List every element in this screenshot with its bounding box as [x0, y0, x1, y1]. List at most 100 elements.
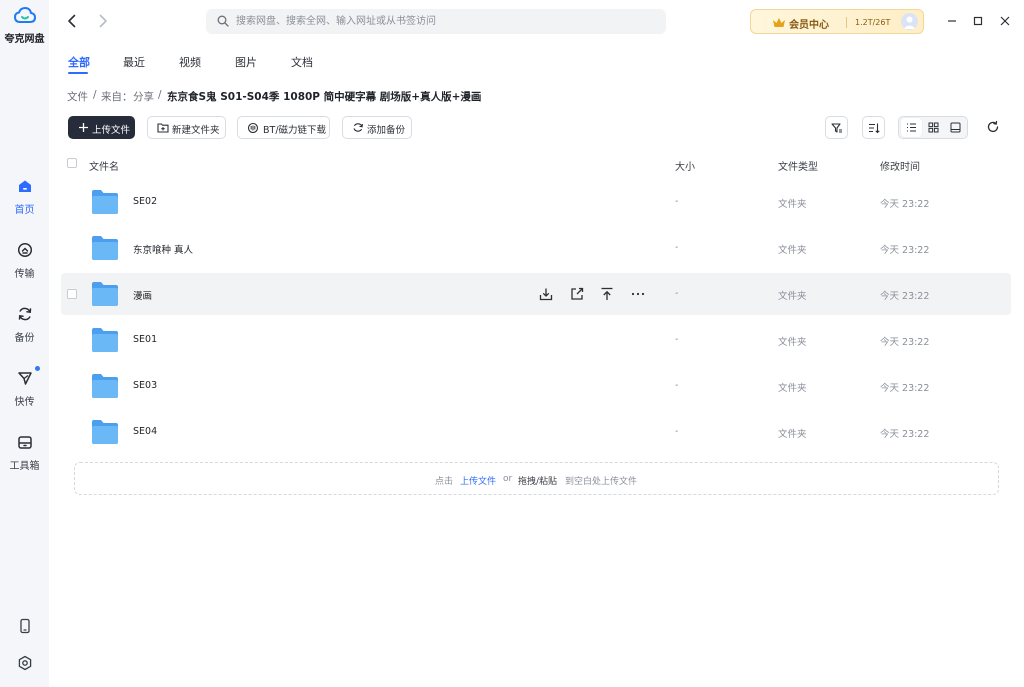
- dropzone-prefix: 点击: [435, 477, 454, 487]
- column-header-type[interactable]: 文件类型: [778, 158, 818, 173]
- file-name: SE02: [133, 196, 158, 207]
- backup-icon: [18, 307, 31, 321]
- sidebar-item-transfer[interactable]: 传输: [0, 242, 49, 280]
- tab-active-indicator: [68, 72, 88, 74]
- column-header-name[interactable]: 文件名: [89, 158, 119, 173]
- sidebar-item-toolbox[interactable]: 工具箱: [0, 434, 49, 472]
- tab-video[interactable]: 视频: [179, 54, 201, 70]
- tab-recent[interactable]: 最近: [123, 54, 145, 70]
- breadcrumb-root[interactable]: 文件: [67, 89, 88, 104]
- view-mode-switch: [898, 116, 968, 139]
- maximize-icon[interactable]: [971, 14, 985, 28]
- tab-documents[interactable]: 文档: [291, 54, 313, 70]
- folder-icon: [92, 190, 118, 214]
- sort-button[interactable]: [862, 116, 885, 139]
- toolbox-icon: [17, 436, 32, 449]
- sidebar-item-label: 首页: [14, 205, 35, 216]
- move-to-top-icon[interactable]: [599, 286, 615, 302]
- user-avatar-icon: [903, 16, 916, 29]
- file-size: -: [675, 334, 679, 345]
- vip-center-button[interactable]: 会员中心 1.2T/26T: [750, 9, 924, 34]
- transfer-icon: [17, 242, 32, 258]
- grid-view-button[interactable]: [923, 118, 944, 137]
- folder-icon: [92, 374, 118, 398]
- close-icon[interactable]: [998, 14, 1012, 28]
- sidebar-item-label: 备份: [14, 333, 35, 344]
- modified-time: 今天 23:22: [880, 291, 930, 302]
- dropzone-or: or: [503, 474, 513, 484]
- list-view-icon: [907, 123, 916, 132]
- modified-time: 今天 23:22: [880, 337, 930, 348]
- refresh-icon[interactable]: [986, 120, 1000, 134]
- row-checkbox[interactable]: [67, 289, 77, 299]
- folder-icon: [92, 236, 118, 260]
- tab-images[interactable]: 图片: [235, 54, 257, 70]
- folder-icon: [92, 420, 118, 444]
- storage-quota: 1.2T/26T: [855, 18, 891, 27]
- search-icon: [217, 15, 229, 27]
- new-folder-icon: [157, 123, 169, 133]
- file-name: SE04: [133, 426, 158, 437]
- magnet-icon: [247, 122, 259, 133]
- upload-drop-zone[interactable]: 点击 上传文件 or 拖拽/粘贴 到空白处上传文件: [74, 462, 999, 495]
- file-type: 文件夹: [778, 291, 807, 302]
- table-row[interactable]: SE01 - 文件夹 今天 23:22: [61, 319, 1011, 361]
- sidebar-item-backup[interactable]: 备份: [0, 306, 49, 344]
- dropzone-drag-link[interactable]: 拖拽/粘贴: [518, 474, 557, 487]
- column-header-modified[interactable]: 修改时间: [880, 158, 920, 173]
- table-row[interactable]: SE04 - 文件夹 今天 23:22: [61, 411, 1011, 453]
- table-row[interactable]: SE02 - 文件夹 今天 23:22: [61, 181, 1011, 223]
- new-folder-button[interactable]: 新建文件夹: [147, 116, 226, 139]
- sidebar-item-label: 快传: [14, 397, 35, 408]
- column-header-size[interactable]: 大小: [675, 158, 695, 173]
- file-type: 文件夹: [778, 245, 807, 256]
- settings-icon[interactable]: [17, 655, 33, 671]
- phone-icon[interactable]: [17, 618, 33, 634]
- vip-crown-icon: [773, 18, 785, 27]
- upload-file-button[interactable]: 上传文件: [68, 116, 135, 139]
- sidebar: 夸克网盘 首页 传输 备份 快传 工具箱: [0, 0, 49, 687]
- table-row[interactable]: SE03 - 文件夹 今天 23:22: [61, 365, 1011, 407]
- bt-download-button[interactable]: BT/磁力链下载: [237, 116, 330, 139]
- table-row[interactable]: 漫画 - 文件夹 今天 23:22: [61, 273, 1011, 315]
- sidebar-item-label: 工具箱: [9, 461, 40, 472]
- dropzone-suffix: 到空白处上传文件: [565, 477, 638, 487]
- modified-time: 今天 23:22: [880, 429, 930, 440]
- forward-icon[interactable]: [95, 13, 111, 29]
- notification-dot: [35, 366, 40, 371]
- back-icon[interactable]: [64, 13, 80, 29]
- file-type: 文件夹: [778, 337, 807, 348]
- sidebar-item-quick-send[interactable]: 快传: [0, 366, 49, 408]
- download-icon[interactable]: [538, 286, 554, 302]
- sidebar-item-home[interactable]: 首页: [0, 178, 49, 216]
- modified-time: 今天 23:22: [880, 199, 930, 210]
- dropzone-upload-link[interactable]: 上传文件: [460, 474, 496, 487]
- add-backup-button[interactable]: 添加备份: [342, 116, 412, 139]
- grid-view-icon: [928, 122, 939, 133]
- share-icon[interactable]: [569, 286, 585, 302]
- send-icon: [17, 372, 32, 385]
- filter-icon: [831, 123, 842, 133]
- filter-button[interactable]: [825, 116, 848, 139]
- thumbnail-view-icon: [950, 122, 961, 133]
- table-row[interactable]: 东京喰种 真人 - 文件夹 今天 23:22: [61, 227, 1011, 269]
- search-input[interactable]: [236, 9, 656, 34]
- vip-center-label: 会员中心: [789, 20, 829, 31]
- thumbnail-view-button[interactable]: [945, 118, 966, 137]
- tab-all[interactable]: 全部: [68, 54, 90, 70]
- breadcrumb-source[interactable]: 分享: [133, 89, 154, 104]
- file-name: SE03: [133, 380, 158, 391]
- vip-divider: [846, 17, 847, 28]
- select-all-checkbox[interactable]: [67, 158, 77, 168]
- list-view-button[interactable]: [901, 118, 922, 137]
- file-size: -: [675, 196, 679, 207]
- avatar[interactable]: [901, 13, 918, 30]
- modified-time: 今天 23:22: [880, 383, 930, 394]
- sidebar-item-label: 传输: [14, 269, 35, 280]
- file-name: 漫画: [133, 291, 153, 302]
- search-box[interactable]: [206, 9, 666, 34]
- app-logo[interactable]: 夸克网盘: [0, 6, 49, 45]
- minimize-icon[interactable]: [945, 14, 959, 28]
- more-options-icon[interactable]: [630, 286, 646, 302]
- breadcrumb-separator: /: [93, 89, 97, 101]
